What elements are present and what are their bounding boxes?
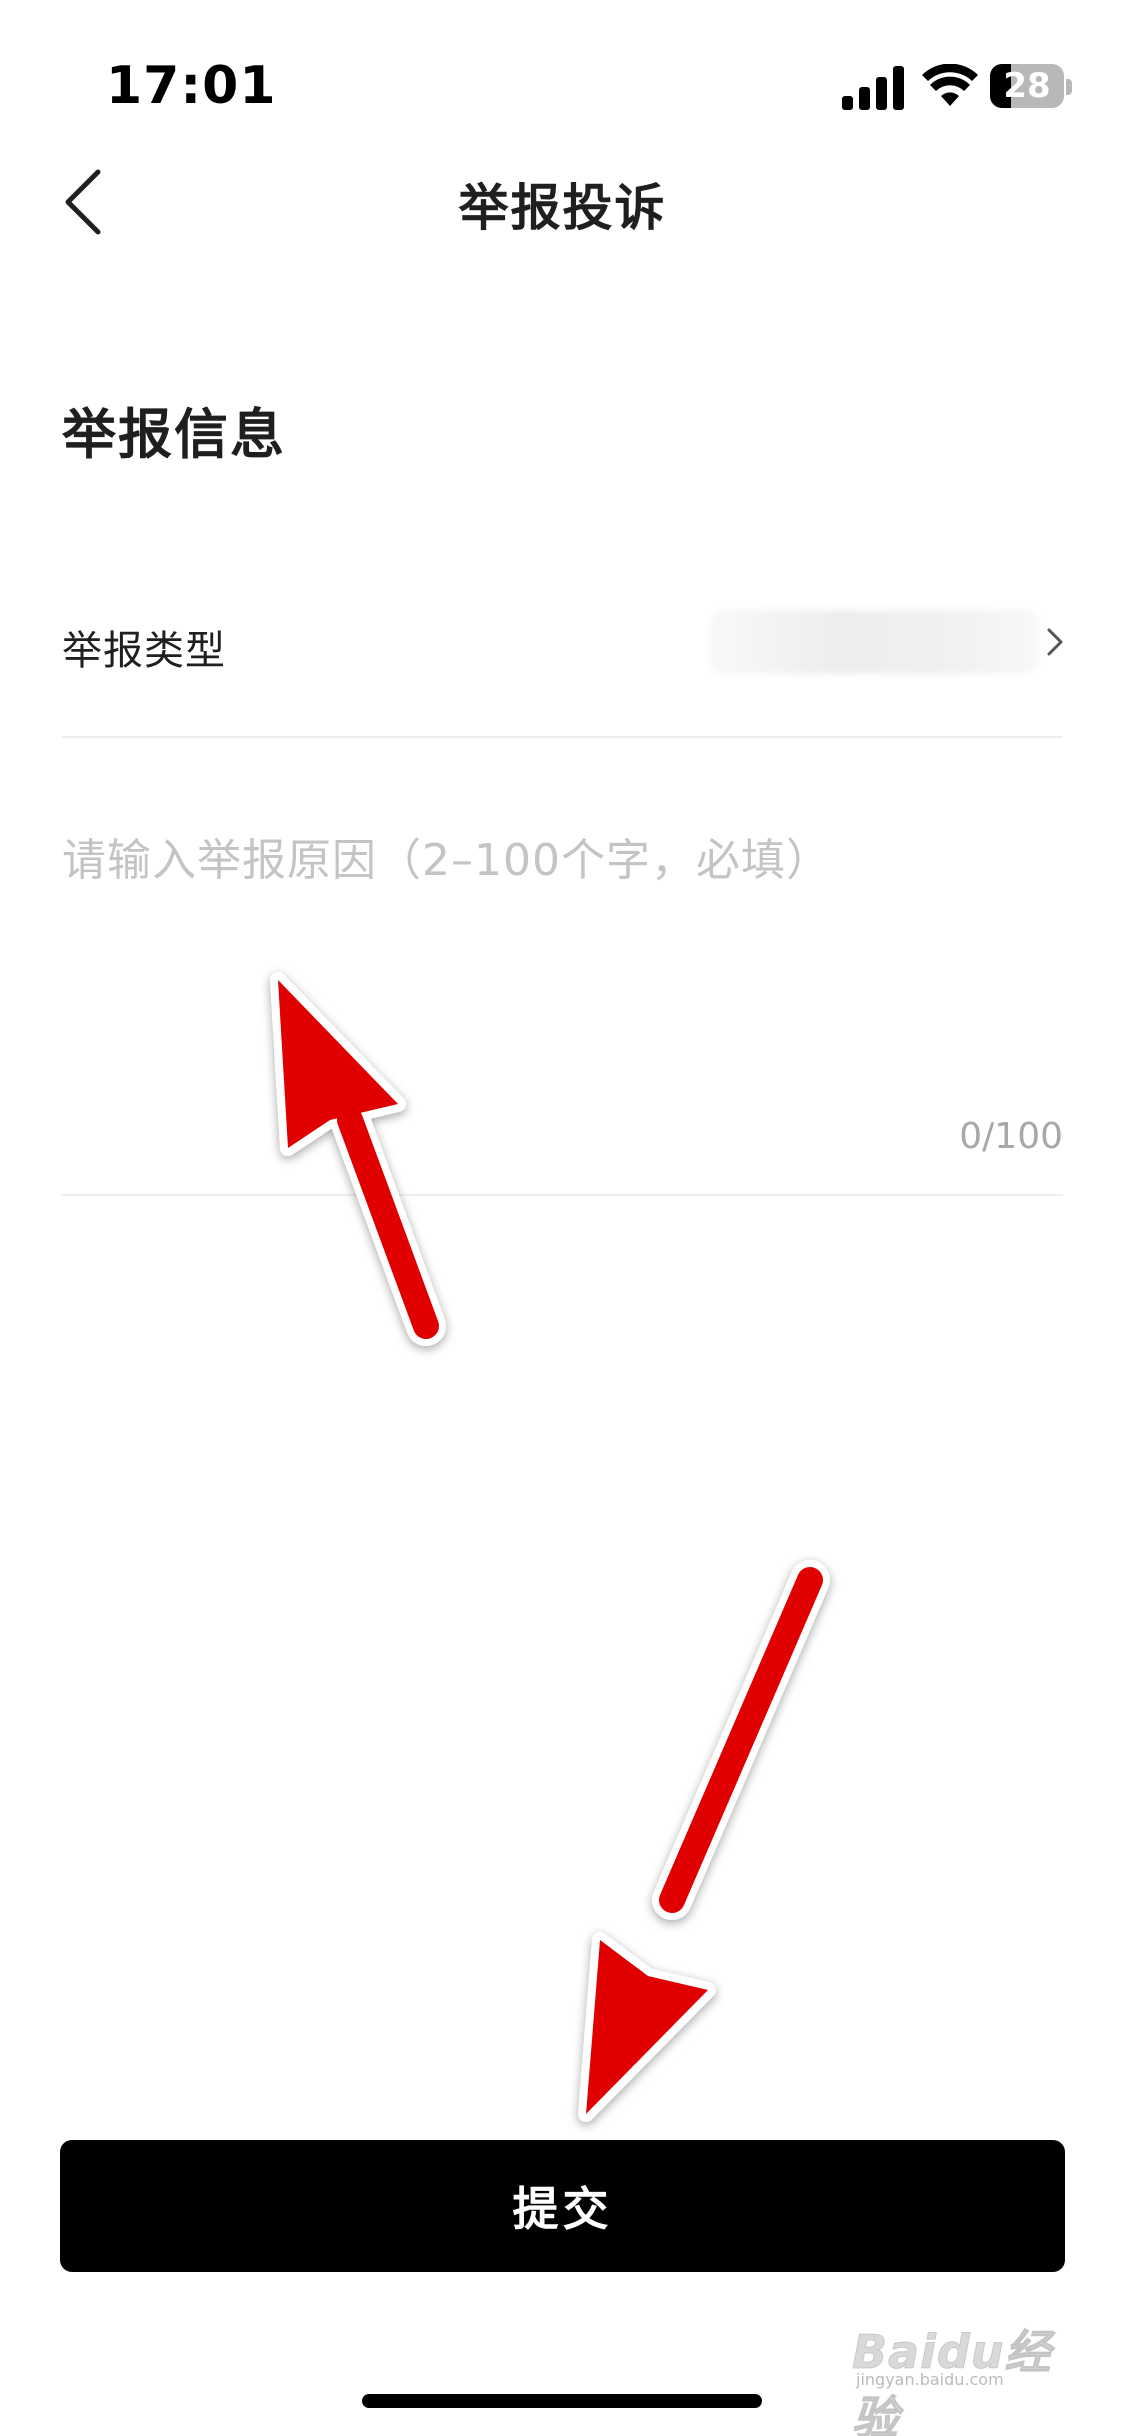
status-bar: 17:01 28	[0, 0, 1125, 150]
report-type-value-blurred	[709, 610, 1039, 674]
battery-body: 28	[990, 64, 1064, 108]
char-counter: 0/100	[959, 1116, 1063, 1157]
chevron-right-icon	[1047, 628, 1063, 656]
wifi-icon	[922, 64, 978, 106]
report-type-label: 举报类型	[62, 628, 226, 674]
report-reason-area: 0/100	[62, 738, 1063, 1196]
nav-bar: 举报投诉	[0, 150, 1125, 250]
battery-cap	[1066, 79, 1072, 95]
submit-button[interactable]: 提交	[60, 2140, 1065, 2272]
report-reason-input[interactable]	[62, 824, 1063, 1084]
report-complaint-screen: 17:01 28 举报投诉 举报信息 举报类型 请输入举报原因（2–100个字，…	[0, 0, 1125, 2436]
cellular-signal-icon	[842, 66, 904, 110]
arrow-down-left-icon	[578, 1560, 830, 2122]
watermark-url: jingyan.baidu.com	[856, 2370, 1004, 2389]
baidu-jingyan-watermark: Baidu经验 jingyan.baidu.com	[852, 2312, 1072, 2436]
status-time: 17:01	[106, 56, 277, 116]
battery-level: 28	[1003, 66, 1051, 106]
home-indicator	[362, 2394, 762, 2408]
annotation-arrows	[270, 972, 830, 2122]
report-type-selector[interactable]: 举报类型	[62, 590, 1063, 738]
battery-icon: 28	[990, 64, 1072, 110]
page-title: 举报投诉	[458, 179, 667, 237]
section-title: 举报信息	[62, 403, 286, 466]
